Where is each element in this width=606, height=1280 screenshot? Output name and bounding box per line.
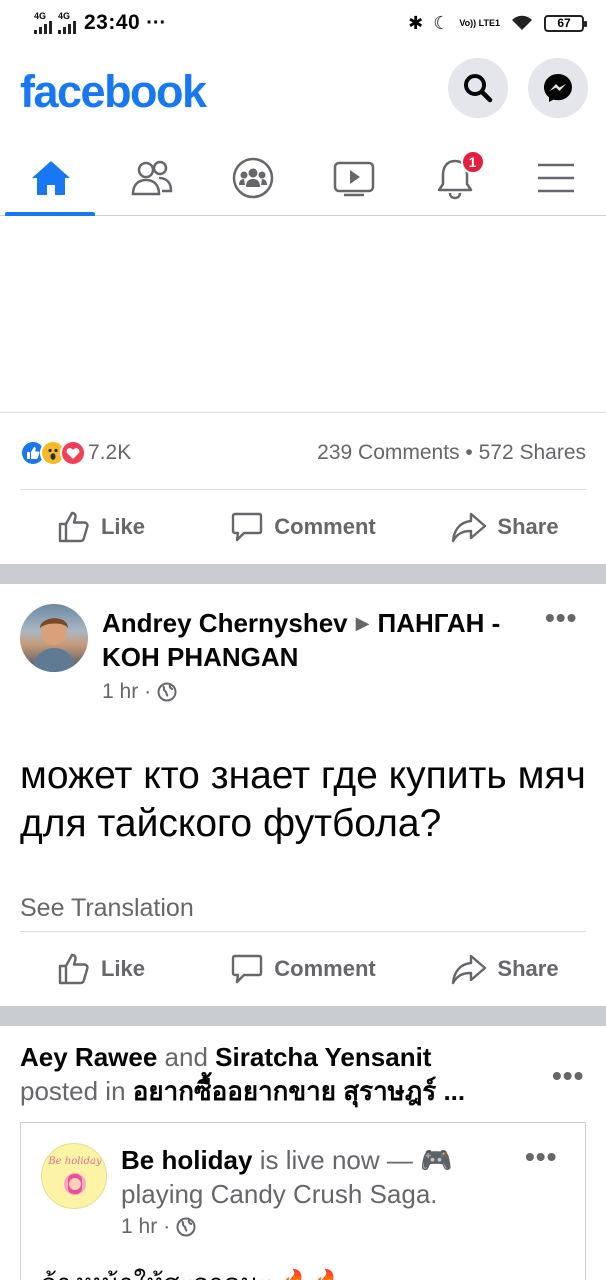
post2-actions: Like Comment Share	[0, 934, 606, 1004]
more-options-icon[interactable]: •••	[552, 1060, 584, 1092]
signal-1: 4G	[34, 12, 52, 34]
arrow-right-icon: ▶	[355, 613, 370, 633]
avatar-logo-text: Be holiday	[47, 1156, 102, 1167]
notification-badge: 1	[460, 150, 485, 174]
post-text: может кто знает где купить мяч для тайск…	[20, 754, 586, 845]
feed-separator	[0, 564, 606, 584]
like-button[interactable]: Like	[0, 934, 202, 1004]
see-translation-link[interactable]: See Translation	[20, 894, 194, 923]
status-right: ✱ ☾ Vo)) LTE1 67	[408, 12, 587, 34]
meta-dot: ·	[163, 1215, 171, 1238]
more-options-icon[interactable]: •••	[545, 602, 577, 634]
post-author-line: Andrey Chernyshev ▶ ПАНГАН - KOH PHANGAN	[102, 606, 532, 674]
comment-button[interactable]: Comment	[202, 492, 404, 562]
search-icon	[464, 74, 493, 103]
tab-watch[interactable]	[303, 140, 404, 215]
post2-action-divider	[20, 931, 586, 932]
meta-dot: ·	[144, 680, 152, 703]
watch-icon	[333, 161, 374, 196]
post1-stats: 7.2K 239 Comments • 572 Shares	[20, 436, 586, 470]
wifi-icon	[512, 15, 532, 30]
status-bar: 4G 4G 23:40 ··· ✱ ☾ Vo)) LTE1 67	[0, 0, 606, 46]
comment-button[interactable]: Comment	[202, 934, 404, 1004]
like-icon	[58, 511, 89, 543]
comment-icon	[232, 512, 263, 542]
globe-icon	[176, 1217, 196, 1237]
search-button[interactable]	[448, 58, 508, 118]
post1-actions: Like Comment Share	[0, 492, 606, 562]
shared-author-line: Be holiday is live now — 🎮 playing Candy…	[121, 1143, 501, 1211]
reaction-icons[interactable]	[20, 440, 86, 466]
like-label: Like	[100, 956, 146, 981]
and-text: and	[164, 1042, 208, 1072]
tab-notifications[interactable]: 1	[404, 140, 505, 215]
be-holiday-avatar[interactable]: Be holiday	[41, 1143, 107, 1209]
group-name[interactable]: อยากซื้ออยากขาย สุราษฎร์ ...	[133, 1076, 465, 1106]
battery-indicator: 67	[544, 14, 587, 32]
share-icon	[452, 954, 487, 985]
avatar[interactable]	[20, 604, 88, 672]
messenger-icon	[544, 74, 572, 102]
comment-label: Comment	[274, 956, 376, 981]
tab-home[interactable]	[0, 140, 101, 216]
globe-icon	[157, 682, 177, 702]
network-type-2: 4G	[58, 11, 71, 21]
shared-post-text: ล้างหน้าให้สะอาดนะ 🔥🔥	[41, 1263, 344, 1280]
share-label: Share	[497, 514, 559, 539]
reaction-count[interactable]: 7.2K	[88, 441, 131, 465]
tab-menu[interactable]	[505, 140, 606, 215]
bluetooth-icon: ✱	[408, 12, 424, 33]
author-name[interactable]: Andrey Chernyshev	[102, 608, 348, 638]
post-time[interactable]: 1 hr	[102, 680, 138, 704]
signal-bars-icon	[58, 21, 76, 34]
tab-groups[interactable]	[202, 140, 303, 215]
notification-dots: ···	[146, 11, 167, 34]
like-button[interactable]: Like	[0, 492, 202, 562]
friends-icon	[131, 160, 172, 195]
home-icon	[31, 160, 70, 195]
volte-indicator: Vo)) LTE1	[459, 17, 500, 28]
post3-author-line: Aey Rawee and Siratcha Yensanit posted i…	[20, 1040, 540, 1108]
groups-icon	[232, 157, 273, 198]
comments-shares-count[interactable]: 239 Comments • 572 Shares	[317, 441, 586, 465]
post1-action-divider	[20, 489, 586, 490]
posted-in-text: posted in	[20, 1076, 126, 1106]
share-button[interactable]: Share	[404, 492, 606, 562]
share-icon	[452, 512, 487, 543]
comment-icon	[232, 954, 263, 984]
signal-2: 4G	[58, 12, 76, 34]
app-header: facebook	[0, 52, 606, 128]
facebook-logo: facebook	[20, 66, 207, 117]
author1-name[interactable]: Aey Rawee	[20, 1042, 157, 1072]
feed-separator	[0, 1006, 606, 1026]
author2-name[interactable]: Siratcha Yensanit	[215, 1042, 431, 1072]
share-label: Share	[497, 956, 559, 981]
post-time[interactable]: 1 hr	[121, 1215, 157, 1239]
tab-friends[interactable]	[101, 140, 202, 215]
navigation-tabs: 1	[0, 140, 606, 216]
share-button[interactable]: Share	[404, 934, 606, 1004]
shared-post-meta: 1 hr ·	[121, 1215, 196, 1239]
signal-bars-icon	[34, 21, 52, 34]
signal-indicators: 4G 4G	[34, 12, 76, 34]
shared-author-name[interactable]: Be holiday	[121, 1145, 252, 1175]
do-not-disturb-icon: ☾	[433, 12, 450, 33]
love-reaction-icon	[60, 440, 86, 466]
menu-icon	[537, 163, 574, 192]
comment-label: Comment	[274, 514, 376, 539]
post-meta: 1 hr ·	[102, 680, 177, 704]
messenger-button[interactable]	[528, 58, 588, 118]
shared-post-card[interactable]: Be holiday Be holiday is live now — 🎮 pl…	[20, 1122, 586, 1280]
like-label: Like	[100, 514, 146, 539]
network-type-1: 4G	[34, 11, 47, 21]
media-divider	[0, 412, 606, 413]
clock: 23:40	[84, 11, 141, 34]
more-options-icon[interactable]: •••	[525, 1141, 557, 1173]
like-icon	[58, 953, 89, 985]
